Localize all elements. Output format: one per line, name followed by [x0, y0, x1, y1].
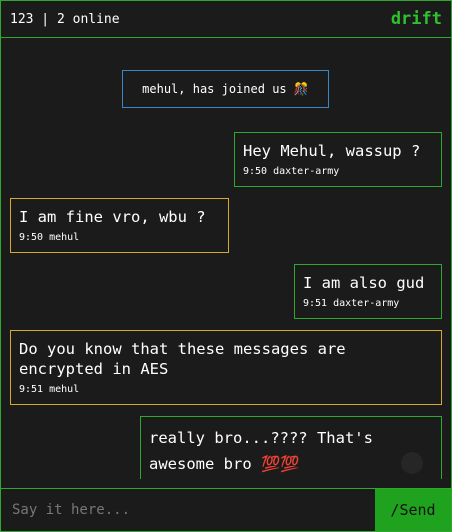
message-text: I am fine vro, wbu ?: [19, 208, 206, 226]
message-input[interactable]: [1, 489, 375, 531]
room-info: 123 | 2 online: [10, 11, 120, 27]
message-text: Hey Mehul, wassup ?: [243, 142, 421, 160]
message-bubble: I am fine vro, wbu ? 9:50 mehul: [10, 198, 229, 253]
chat-window: 123 | 2 online drift mehul, has joined u…: [0, 0, 452, 532]
message-text: I am also gud: [303, 274, 425, 292]
message-meta: 9:51 mehul: [19, 384, 80, 395]
message-bubble: Hey Mehul, wassup ? 9:50 daxter-army: [234, 132, 442, 187]
message-meta: 9:51 daxter-army: [303, 298, 400, 309]
message-bubble: Do you know that these messages are encr…: [10, 330, 442, 405]
chat-header: 123 | 2 online drift: [1, 1, 451, 38]
message-bubble: really bro...???? That's awesome bro 💯💯: [140, 416, 442, 479]
system-message: mehul, has joined us 🎊: [122, 70, 329, 108]
message-list[interactable]: mehul, has joined us 🎊 Hey Mehul, wassup…: [1, 39, 451, 479]
message-text: really bro...???? That's awesome bro 💯💯: [149, 429, 373, 473]
scroll-down-button[interactable]: [401, 452, 423, 474]
message-meta: 9:50 mehul: [19, 232, 80, 243]
message-text: Do you know that these messages are encr…: [19, 340, 346, 378]
message-bubble: I am also gud 9:51 daxter-army: [294, 264, 442, 319]
brand-logo: drift: [390, 9, 442, 29]
message-meta: 9:50 daxter-army: [243, 166, 340, 177]
composer: /Send: [1, 488, 451, 531]
send-button[interactable]: /Send: [375, 489, 451, 531]
